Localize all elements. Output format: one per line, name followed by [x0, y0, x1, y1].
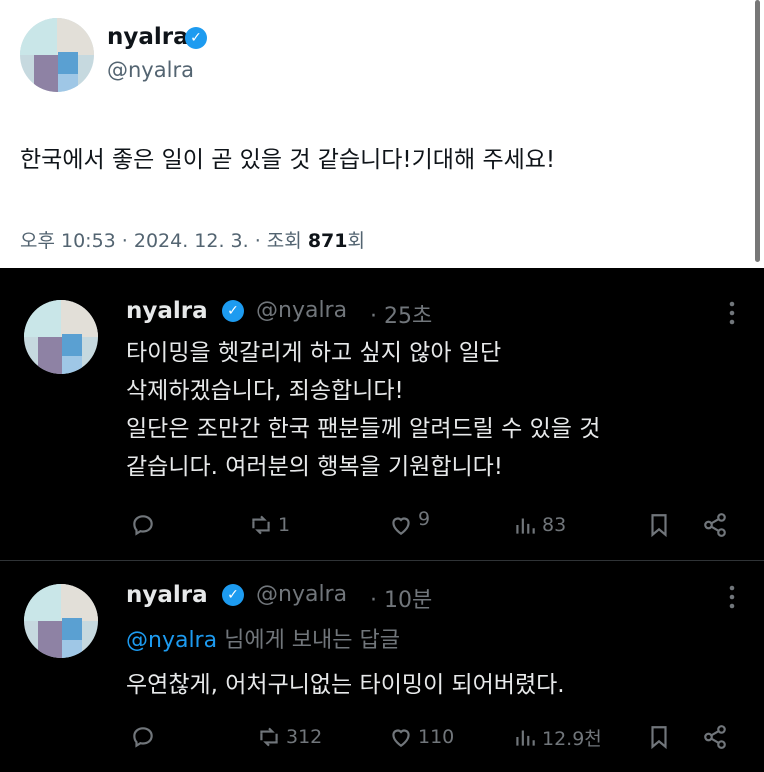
repost-count: 312: [286, 726, 323, 748]
reply-time[interactable]: · 10분: [370, 582, 432, 614]
author-handle[interactable]: @nyalra: [256, 582, 347, 607]
verified-badge-icon: ✓: [222, 584, 244, 606]
share-button[interactable]: [702, 510, 728, 540]
share-button[interactable]: [702, 722, 728, 752]
reply-to-handle[interactable]: @nyalra: [126, 628, 217, 653]
tweet-timestamp[interactable]: 오후 10:53 · 2024. 12. 3. · 조회: [20, 230, 308, 252]
view-count: 871: [307, 230, 348, 252]
reply-icon: [133, 515, 153, 536]
avatar[interactable]: [20, 18, 94, 92]
reply-time[interactable]: · 25초: [370, 298, 432, 330]
bookmark-button[interactable]: [646, 722, 672, 752]
repost-count: 1: [278, 514, 291, 536]
reply-to-suffix: 님에게 보내는 답글: [217, 628, 400, 653]
tweet-meta: 오후 10:53 · 2024. 12. 3. · 조회 871회: [20, 226, 365, 253]
reply-text: 타이밍을 헷갈리게 하고 싶지 않아 일단 삭제하겠습니다, 죄송합니다! 일단…: [126, 340, 601, 480]
repost-button[interactable]: 1: [248, 510, 290, 540]
author-handle[interactable]: @nyalra: [256, 298, 347, 323]
scrollbar[interactable]: [755, 0, 760, 262]
share-icon: [704, 513, 726, 537]
like-button[interactable]: 110: [388, 722, 454, 752]
bookmark-icon: [651, 514, 667, 538]
tweet-text: 한국에서 좋은 일이 곧 있을 것 같습니다!기대해 주세요!: [20, 147, 556, 173]
verified-badge-icon: ✓: [222, 300, 244, 322]
views-button[interactable]: 83: [512, 510, 566, 540]
action-bar: 1 9 83: [126, 508, 736, 540]
view-count: 83: [542, 514, 567, 536]
bookmark-icon: [651, 726, 667, 750]
repost-button[interactable]: 312: [256, 722, 322, 752]
like-count: 110: [418, 726, 455, 748]
reply-button[interactable]: [130, 722, 156, 752]
author-name[interactable]: nyalra: [126, 582, 208, 608]
view-count: 12.9천: [542, 727, 602, 750]
author-name[interactable]: nyalra: [107, 24, 189, 50]
main-tweet: nyalra ✓ @nyalra 한국에서 좋은 일이 곧 있을 것 같습니다!…: [0, 0, 764, 268]
reply-divider: [0, 560, 764, 561]
repost-icon: [260, 727, 278, 747]
views-button[interactable]: 12.9천: [512, 722, 602, 752]
views-icon: [516, 518, 535, 534]
more-icon[interactable]: [728, 584, 736, 615]
avatar[interactable]: [24, 300, 98, 374]
like-count: 9: [418, 508, 431, 530]
view-count-suffix: 회: [347, 230, 365, 252]
repost-icon: [252, 515, 270, 535]
avatar[interactable]: [24, 584, 98, 658]
reply-context: @nyalra 님에게 보내는 답글: [126, 622, 400, 654]
more-icon[interactable]: [728, 300, 736, 331]
bookmark-button[interactable]: [646, 510, 672, 540]
author-name[interactable]: nyalra: [126, 298, 208, 324]
share-icon: [704, 725, 726, 749]
views-icon: [516, 730, 535, 746]
reply-icon: [133, 727, 153, 748]
like-button[interactable]: 9: [388, 508, 431, 540]
reply-button[interactable]: [130, 510, 156, 540]
reply-text: 우연찮게, 어처구니없는 타이밍이 되어버렸다.: [126, 672, 565, 698]
author-handle[interactable]: @nyalra: [107, 58, 194, 82]
verified-badge-icon: ✓: [185, 27, 207, 49]
like-icon: [392, 517, 410, 535]
like-icon: [392, 729, 410, 747]
action-bar: 312 110 12.9천: [126, 722, 736, 752]
